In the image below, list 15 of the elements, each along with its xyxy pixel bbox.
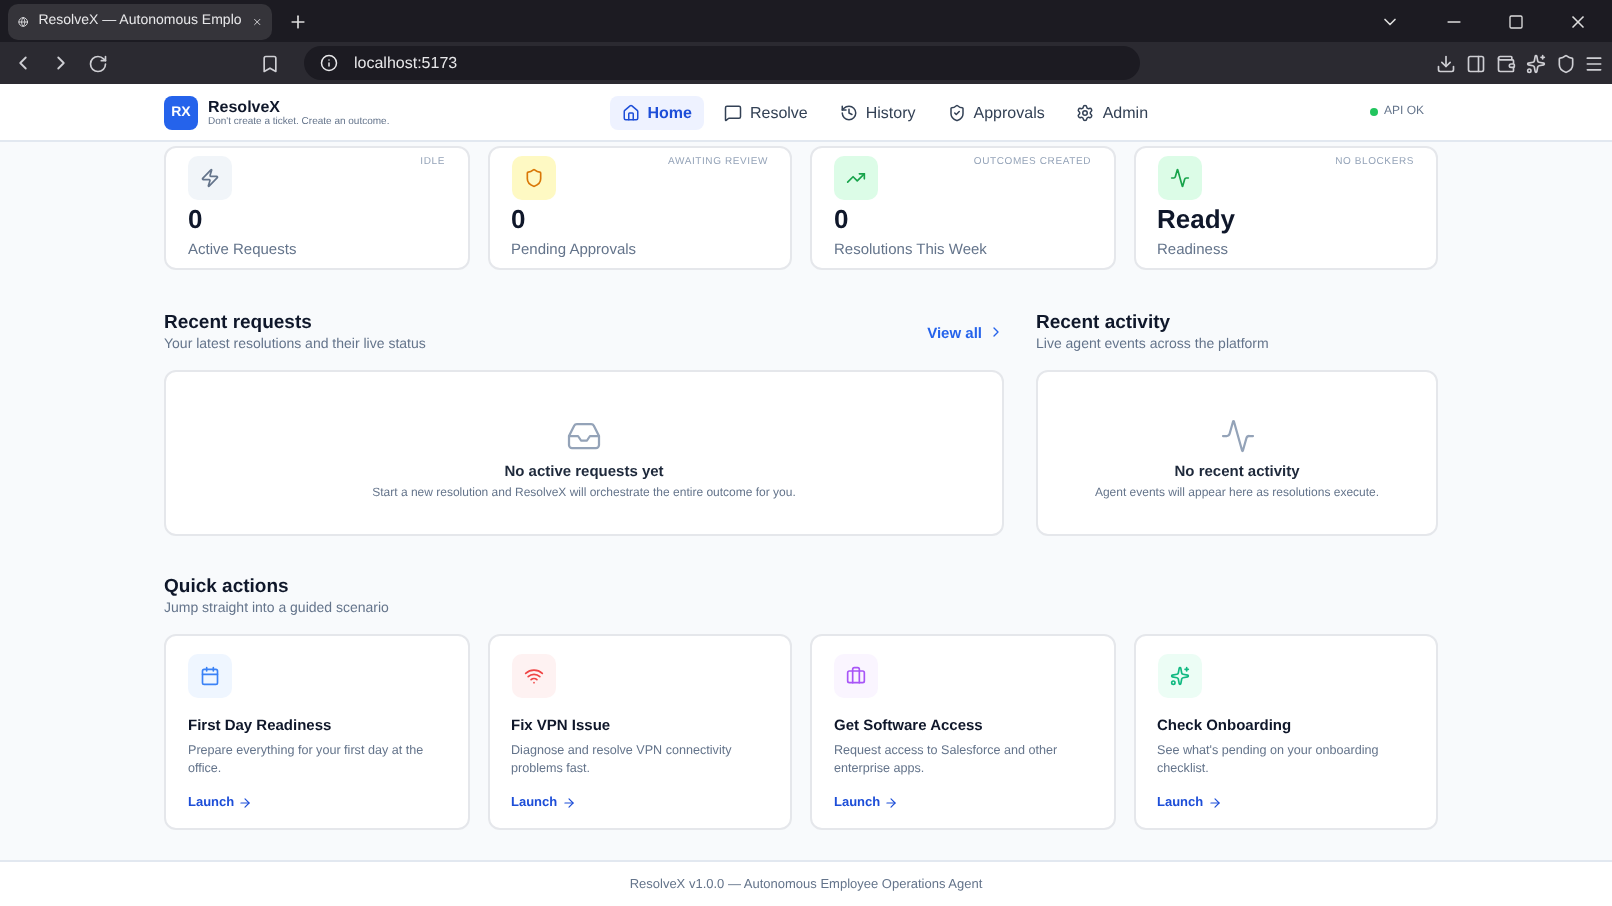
- url-text: localhost:5173: [354, 54, 458, 72]
- nav-tab[interactable]: Resolve: [711, 95, 820, 129]
- nav-tab[interactable]: Approvals: [935, 95, 1057, 129]
- brand-name: ResolveX: [208, 97, 283, 115]
- stat-value: 0: [834, 204, 851, 234]
- section-title: Recent activity: [1036, 312, 1173, 334]
- section-title: Quick actions: [164, 576, 291, 598]
- stat-value: 0: [511, 204, 528, 234]
- section-title: Recent requests: [164, 312, 314, 334]
- nav-tab[interactable]: History: [827, 95, 928, 129]
- address-bar[interactable]: localhost:5173: [304, 46, 1140, 80]
- nav-tab[interactable]: Home: [609, 95, 704, 129]
- stat-value: Ready: [1157, 204, 1238, 234]
- nav-tab[interactable]: Admin: [1064, 95, 1161, 129]
- stat-value: 0: [188, 204, 205, 234]
